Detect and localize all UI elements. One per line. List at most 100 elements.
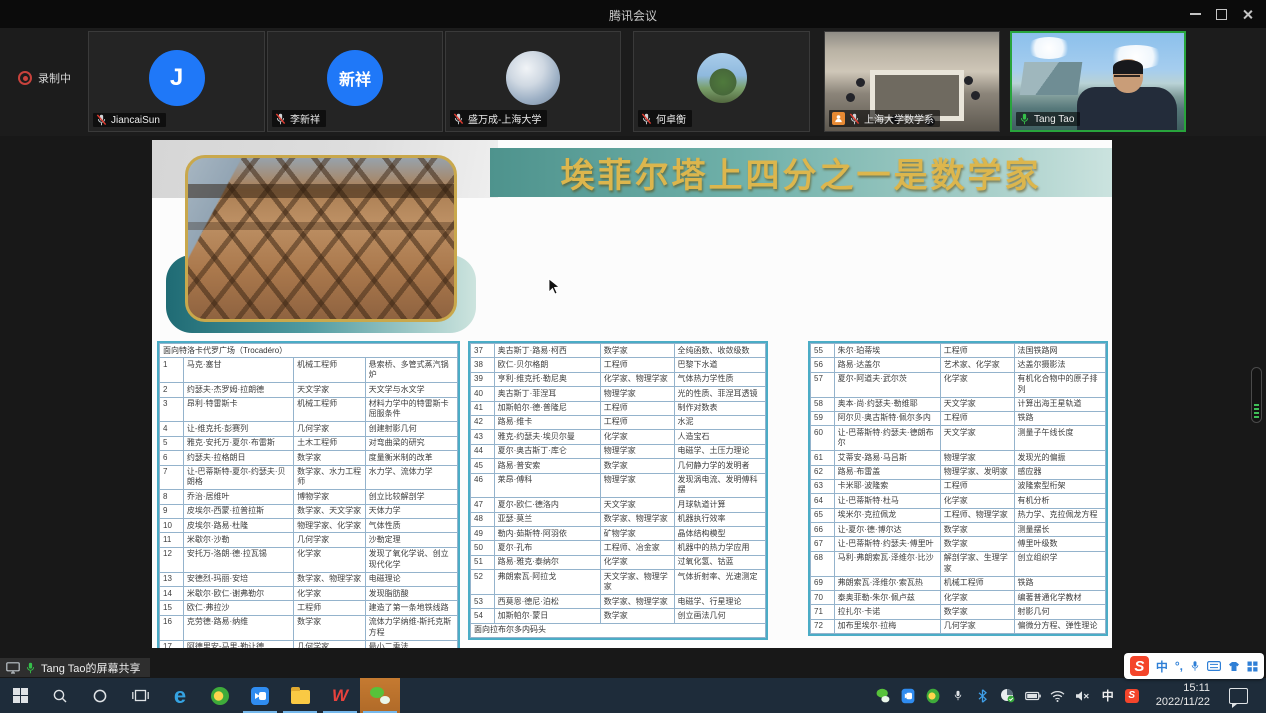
profession: 矿物学家 xyxy=(600,527,674,541)
participant-tile[interactable]: 何卓衡 xyxy=(633,31,810,132)
wps-office-button[interactable]: W xyxy=(320,678,360,713)
row-number: 56 xyxy=(811,358,835,372)
profession: 工程师 xyxy=(600,401,674,415)
tray-security-pie-icon[interactable] xyxy=(1000,688,1016,704)
profession: 化学家 xyxy=(294,587,366,601)
tray-360-icon[interactable] xyxy=(925,688,941,704)
ime-voice-icon[interactable] xyxy=(1190,660,1200,672)
clock-date: 2022/11/22 xyxy=(1156,696,1210,710)
table-row: 61艾蒂安-路易·马吕斯物理学家发现光的偏振 xyxy=(811,451,1106,465)
tencent-meeting-app-button[interactable] xyxy=(240,678,280,713)
scientist-name: 皮埃尔-西蒙·拉普拉斯 xyxy=(183,504,293,518)
row-number: 47 xyxy=(471,498,495,512)
contribution: 过氧化氢、钴蓝 xyxy=(674,555,765,569)
row-number: 53 xyxy=(471,595,495,609)
avatar xyxy=(506,51,560,105)
scientist-name: 莱昂·傅科 xyxy=(494,473,600,498)
names-table-right: 55朱尔·珀蒂埃工程师法国铁路网56路易·达盖尔艺术家、化学家达盖尔摄影法57夏… xyxy=(808,341,1108,636)
ime-punctuation-toggle[interactable]: °, xyxy=(1175,659,1183,673)
wechat-app-button[interactable] xyxy=(360,678,400,713)
tray-tencent-meeting-icon[interactable] xyxy=(900,688,916,704)
profession: 数学家、物理学家 xyxy=(600,512,674,526)
building-shape xyxy=(1020,62,1083,95)
screen-share-banner[interactable]: Tang Tao的屏幕共享 xyxy=(0,658,150,677)
contribution: 傅里叶级数 xyxy=(1014,537,1105,551)
contribution: 达盖尔摄影法 xyxy=(1014,358,1105,372)
participant-tile[interactable]: 盛万成-上海大学 xyxy=(445,31,621,132)
mic-muted-icon xyxy=(453,113,464,125)
scientist-name: 米歇尔·沙勒 xyxy=(183,533,293,547)
scientist-name: 马利·弗朗索瓦·泽维尔·比沙 xyxy=(834,551,940,576)
table-row: 37奥古斯丁·路易·柯西数学家全纯函数、收敛级数 xyxy=(471,344,766,358)
scientist-name: 亨利·维克托·勒尼奥 xyxy=(494,372,600,386)
tray-ime-language-indicator[interactable]: 中 xyxy=(1100,688,1116,704)
contribution: 创立画法几何 xyxy=(674,609,765,623)
table-row: 62路易·布雷盖物理学家、发明家感应器 xyxy=(811,465,1106,479)
ime-toolbox-icon[interactable] xyxy=(1247,661,1258,672)
slide-title-banner: 埃菲尔塔上四分之一是数学家 xyxy=(490,148,1112,197)
table-row: 56路易·达盖尔艺术家、化学家达盖尔摄影法 xyxy=(811,358,1106,372)
tray-volume-muted-icon[interactable] xyxy=(1075,688,1091,704)
scientist-name: 卡米耶·波隆索 xyxy=(834,479,940,493)
row-number: 52 xyxy=(471,570,495,595)
row-number: 10 xyxy=(160,519,184,533)
cortana-button[interactable] xyxy=(80,678,120,713)
row-number: 63 xyxy=(811,479,835,493)
participant-namebar: Tang Tao xyxy=(1016,112,1080,126)
table-row: 11米歇尔·沙勒几何学家沙勒定理 xyxy=(160,533,458,547)
participant-name: 李新祥 xyxy=(290,111,320,126)
sogou-logo-icon[interactable]: S xyxy=(1130,656,1149,676)
row-number: 6 xyxy=(160,451,184,465)
tray-battery-icon[interactable] xyxy=(1025,688,1041,704)
row-number: 71 xyxy=(811,605,835,619)
windows-taskbar: e W 中 S 15:11 2022/11/22 xyxy=(0,678,1266,713)
tray-wechat-icon[interactable] xyxy=(875,688,891,704)
row-number: 15 xyxy=(160,601,184,615)
contribution: 人造宝石 xyxy=(674,430,765,444)
360-browser-button[interactable] xyxy=(200,678,240,713)
ime-keyboard-icon[interactable] xyxy=(1207,661,1221,671)
tray-wifi-icon[interactable] xyxy=(1050,688,1066,704)
shared-slide: 埃菲尔塔上四分之一是数学家 面向特洛卡代罗广场（Trocadéro）1马克·塞甘… xyxy=(152,140,1112,648)
action-center-icon[interactable] xyxy=(1229,688,1248,704)
minimize-button[interactable] xyxy=(1182,0,1208,28)
task-view-button[interactable] xyxy=(120,678,160,713)
folder-icon xyxy=(291,690,310,704)
table-row: 68马利·弗朗索瓦·泽维尔·比沙解剖学家、生理学家创立组织学 xyxy=(811,551,1106,576)
table-row: 49勒内·茹斯特·阿羽依矿物学家晶体结构模型 xyxy=(471,527,766,541)
close-button[interactable] xyxy=(1234,0,1260,28)
table-row: 63卡米耶·波隆索工程师波隆索型桁架 xyxy=(811,479,1106,493)
scientist-name: 夏尔-阿道夫·武尔茨 xyxy=(834,372,940,397)
profession: 天文学家 xyxy=(940,426,1014,451)
participant-tile-speaker[interactable]: Tang Tao xyxy=(1010,31,1186,132)
maximize-button[interactable] xyxy=(1208,0,1234,28)
scientist-name: 路易·达盖尔 xyxy=(834,358,940,372)
ime-mode-toggle[interactable]: 中 xyxy=(1156,658,1168,675)
audio-level-bars xyxy=(1254,404,1259,419)
tray-sogou-icon[interactable]: S xyxy=(1125,689,1139,703)
meeting-sidebar-handle[interactable] xyxy=(1251,367,1262,423)
taskbar-clock[interactable]: 15:11 2022/11/22 xyxy=(1148,682,1218,710)
scientist-name: 加布里埃尔·拉梅 xyxy=(834,619,940,633)
glasses xyxy=(1114,75,1140,82)
contribution: 铁路 xyxy=(1014,411,1105,425)
search-button[interactable] xyxy=(40,678,80,713)
table-row: 59阿尔贝·奥古斯特·佩尔多内工程师铁路 xyxy=(811,411,1106,425)
profession: 艺术家、化学家 xyxy=(940,358,1014,372)
participant-tile[interactable]: 新祥 李新祥 xyxy=(267,31,443,132)
edge-browser-button[interactable]: e xyxy=(160,678,200,713)
scientist-name: 让-巴蒂斯特·约瑟夫·德朗布尔 xyxy=(834,426,940,451)
table-row: 13安德烈-玛丽·安培数学家、物理学家电磁理论 xyxy=(160,572,458,586)
file-explorer-button[interactable] xyxy=(280,678,320,713)
mic-muted-icon xyxy=(849,113,860,125)
avatar: J xyxy=(149,50,205,106)
table-row: 14米歇尔·欧仁·谢弗勒尔化学家发现脂肪酸 xyxy=(160,587,458,601)
start-button[interactable] xyxy=(0,678,40,713)
tray-bluetooth-icon[interactable] xyxy=(975,688,991,704)
participant-tile[interactable]: 上海大学数学系 xyxy=(824,31,1000,132)
participant-tile[interactable]: J JiancaiSun xyxy=(88,31,265,132)
contribution: 铁路 xyxy=(1014,576,1105,590)
ime-skin-icon[interactable] xyxy=(1228,661,1240,672)
row-number: 14 xyxy=(160,587,184,601)
tray-mic-icon[interactable] xyxy=(950,688,966,704)
